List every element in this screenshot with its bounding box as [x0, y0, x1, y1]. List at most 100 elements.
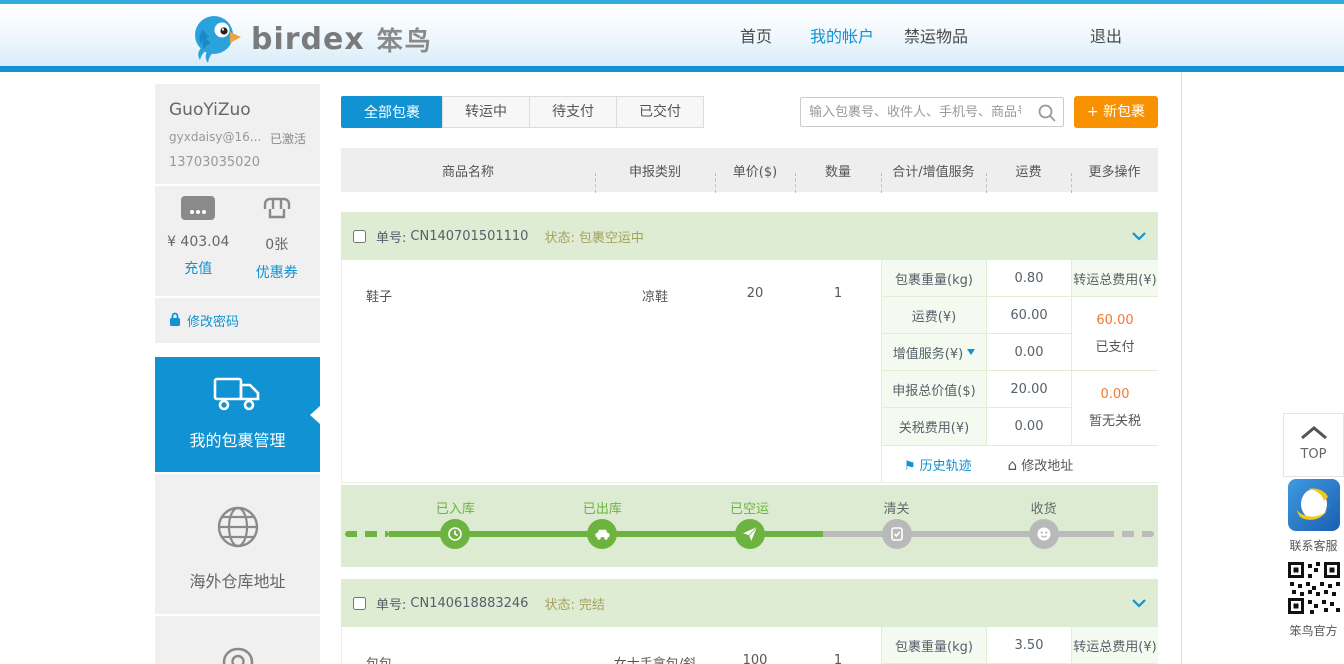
- item-name: 包包: [342, 653, 595, 664]
- step-label-outbound: 已出库: [583, 498, 622, 517]
- sidebar-item-shipping-address[interactable]: 收货地址管理: [155, 616, 320, 664]
- total-cost-header: 转运总费用(¥): [1071, 627, 1158, 664]
- tab-in-transit[interactable]: 转运中: [442, 96, 530, 128]
- col-product-name: 商品名称: [341, 161, 595, 180]
- tax-cell: 0.00 暂无关税: [1071, 371, 1158, 446]
- fee-label-shipping: 运费(¥): [881, 297, 986, 334]
- smiley-icon: [1029, 519, 1059, 549]
- package-checkbox[interactable]: [353, 230, 366, 243]
- tab-all-packages[interactable]: 全部包裹: [341, 96, 443, 128]
- nav-home[interactable]: 首页: [740, 23, 772, 47]
- chevron-down-icon[interactable]: [1132, 232, 1146, 241]
- col-unit-price: 单价($): [715, 161, 795, 180]
- sidebar-item-my-packages[interactable]: 我的包裹管理: [155, 357, 320, 472]
- fee-value-customs: 0.00: [986, 408, 1071, 446]
- package-links: ⚑历史轨迹 ⌂修改地址: [881, 446, 1158, 482]
- modify-address-link[interactable]: ⌂修改地址: [1008, 455, 1074, 474]
- coupon-link[interactable]: 优惠券: [238, 262, 317, 282]
- fee-value-declared-value: 20.00: [986, 371, 1071, 408]
- account-balance: ¥ 403.04: [159, 234, 238, 250]
- col-shipping-fee: 运费: [986, 161, 1071, 180]
- coupon-icon: [262, 207, 292, 226]
- step-label-inbound: 已入库: [436, 498, 475, 517]
- tab-delivered[interactable]: 已交付: [616, 96, 704, 128]
- package-checkbox[interactable]: [353, 597, 366, 610]
- content-right-border: [1181, 72, 1182, 664]
- truck-icon: [213, 375, 263, 417]
- balance-card-icon: [181, 207, 215, 226]
- recharge-link[interactable]: 充值: [159, 258, 238, 278]
- qq-icon: [1288, 516, 1340, 535]
- change-password-link[interactable]: 修改密码: [155, 298, 320, 343]
- main-content: 全部包裹 转运中 待支付 已交付 + 新包裹 商品名称 申报类别 单价($): [341, 96, 1158, 664]
- progress-bar-pending: [823, 531, 1113, 537]
- search-icon[interactable]: [1037, 103, 1057, 127]
- sidebar-item-label: 海外仓库地址: [189, 568, 285, 592]
- wallet-panel: ¥ 403.04 充值 0张 优惠券: [155, 186, 320, 296]
- step-label-customs: 清关: [884, 498, 910, 517]
- col-more-actions: 更多操作: [1071, 161, 1158, 180]
- fee-value-value-added: 0.00: [986, 334, 1071, 371]
- qr-code-icon: [1286, 601, 1342, 620]
- user-name: GuoYiZuo: [169, 100, 306, 120]
- user-activation-badge: 已激活: [270, 130, 306, 147]
- sidebar: GuoYiZuo gyxdaisy@16... 已激活 13703035020 …: [155, 84, 320, 664]
- contact-service-button[interactable]: 联系客服: [1283, 479, 1344, 554]
- item-row: 鞋子 凉鞋 20 1: [342, 260, 881, 482]
- progress-dash-right: [1110, 531, 1154, 537]
- page: birdex 笨鸟 首页 我的帐户 禁运物品 退出 GuoYiZuo gyxda…: [0, 0, 1344, 664]
- history-track-link[interactable]: ⚑历史轨迹: [904, 455, 972, 474]
- new-package-button[interactable]: + 新包裹: [1074, 96, 1158, 128]
- item-category: 凉鞋: [595, 286, 715, 305]
- fee-label-weight: 包裹重量(kg): [881, 627, 986, 664]
- chevron-down-icon[interactable]: [1132, 599, 1146, 608]
- package-status: 包裹空运中: [579, 227, 644, 246]
- nav-prohibited-items[interactable]: 禁运物品: [904, 23, 968, 47]
- user-info-panel: GuoYiZuo gyxdaisy@16... 已激活 13703035020: [155, 84, 320, 184]
- col-declared-category: 申报类别: [595, 161, 715, 180]
- back-to-top-button[interactable]: TOP: [1283, 413, 1344, 477]
- package-status: 完结: [579, 594, 605, 613]
- nav-my-account[interactable]: 我的帐户: [810, 23, 874, 47]
- package-header: 单号: CN140701501110 状态: 包裹空运中: [341, 212, 1158, 260]
- header: birdex 笨鸟 首页 我的帐户 禁运物品 退出: [0, 4, 1344, 66]
- chevron-up-icon: [1300, 426, 1328, 439]
- progress-tracker: 已入库 已出库 已空运 清关 收货: [341, 485, 1158, 567]
- search-box: [800, 97, 1064, 127]
- fee-value-shipping: 60.00: [986, 297, 1071, 334]
- user-phone: 13703035020: [169, 155, 306, 170]
- item-price: 100: [715, 653, 795, 664]
- main-nav: 首页 我的帐户 禁运物品 退出: [740, 4, 1122, 66]
- nav-logout[interactable]: 退出: [1090, 23, 1122, 47]
- fee-label-declared-value: 申报总价值($): [881, 371, 986, 408]
- step-label-received: 收货: [1031, 498, 1057, 517]
- package-number: CN140618883246: [410, 596, 528, 611]
- brand-logo[interactable]: birdex 笨鸟: [193, 10, 433, 68]
- col-total-services: 合计/增值服务: [881, 161, 986, 180]
- total-paid-cell: 60.00 已支付: [1071, 297, 1158, 371]
- sidebar-item-overseas-warehouse[interactable]: 海外仓库地址: [155, 474, 320, 614]
- tax-status: 暂无关税: [1089, 410, 1141, 429]
- bird-logo-icon: [193, 10, 241, 68]
- progress-dash-left: [345, 531, 389, 537]
- fee-value-weight: 3.50: [986, 627, 1071, 664]
- package-card: 单号: CN140618883246 状态: 完结 包包 女士手拿包/斜 100…: [341, 579, 1158, 664]
- value-added-expand-icon[interactable]: [967, 349, 975, 355]
- fee-table: 包裹重量(kg) 0.80 转运总费用(¥) 运费(¥) 60.00 60.00…: [881, 260, 1158, 482]
- sidebar-item-label: 我的包裹管理: [189, 427, 285, 451]
- customs-check-icon: [882, 519, 912, 549]
- tax-amount: 0.00: [1101, 387, 1130, 402]
- table-header: 商品名称 申报类别 单价($) 数量 合计/增值服务 运费 更多操作: [341, 148, 1158, 192]
- clock-icon: [440, 519, 470, 549]
- brand-name: birdex: [251, 22, 365, 57]
- item-quantity: 1: [795, 286, 881, 301]
- total-paid-amount: 60.00: [1096, 313, 1133, 328]
- header-blue-bar: [0, 66, 1344, 72]
- search-input[interactable]: [801, 98, 1029, 126]
- plane-icon: [735, 519, 765, 549]
- tab-pending-payment[interactable]: 待支付: [529, 96, 617, 128]
- package-header: 单号: CN140618883246 状态: 完结: [341, 579, 1158, 627]
- total-cost-header: 转运总费用(¥): [1071, 260, 1158, 297]
- floating-widgets: TOP 联系客服: [1283, 413, 1344, 639]
- package-body: 包包 女士手拿包/斜 100 1 包裹重量(kg) 3.50 转运总费用(¥): [341, 627, 1158, 664]
